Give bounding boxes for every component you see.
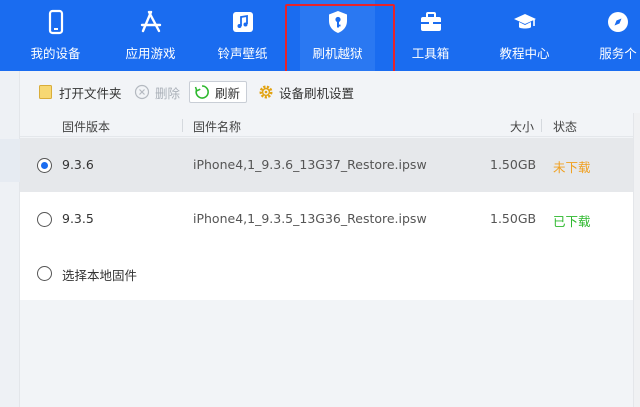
phone-icon: [48, 9, 63, 35]
nav-label: 刷机越狱: [312, 46, 363, 61]
refresh-icon: [194, 85, 209, 99]
firmware-row[interactable]: 9.3.5 iPhone4,1_9.3.5_13G36_Restore.ipsw…: [20, 192, 640, 246]
nav-label: 铃声壁纸: [217, 46, 268, 61]
nav-item-tutorials[interactable]: 教程中心: [487, 0, 562, 71]
firmware-table-header: 固件版本 固件名称 大小 状态: [20, 113, 640, 137]
refresh-button[interactable]: 刷新: [189, 81, 248, 103]
graduation-cap-icon: [513, 14, 536, 29]
left-sidebar-selection: [0, 139, 20, 182]
top-nav: 我的设备 应用游戏 铃声壁纸 刷机越狱 工具箱 教程中心 服务个: [0, 0, 640, 76]
nav-item-toolbox[interactable]: 工具箱: [393, 0, 468, 71]
firmware-radio[interactable]: [37, 158, 52, 173]
header-name: 固件名称: [193, 120, 242, 134]
nav-item-service[interactable]: 服务个: [583, 0, 640, 71]
nav-item-flash-jailbreak[interactable]: 刷机越狱: [300, 0, 375, 71]
refresh-label: 刷新: [215, 85, 241, 101]
local-firmware-label: 选择本地固件: [62, 268, 138, 283]
firmware-row[interactable]: 9.3.6 iPhone4,1_9.3.6_13G37_Restore.ipsw…: [20, 138, 640, 192]
firmware-size: 1.50GB: [490, 157, 537, 172]
firmware-version: 9.3.6: [62, 157, 94, 172]
shield-key-icon: [328, 11, 347, 33]
toolbar: 打开文件夹 删除 刷新 设备刷机设置: [20, 71, 640, 113]
firmware-status: 已下载: [553, 214, 591, 229]
firmware-radio[interactable]: [37, 212, 52, 227]
delete-button[interactable]: 删除: [134, 81, 180, 103]
local-firmware-radio[interactable]: [37, 266, 52, 281]
gear-icon: [259, 85, 273, 99]
scrollbar[interactable]: [633, 113, 640, 407]
nav-label: 应用游戏: [125, 46, 176, 61]
firmware-version: 9.3.5: [62, 211, 94, 226]
device-flash-settings-label: 设备刷机设置: [279, 85, 355, 101]
nav-label: 我的设备: [30, 46, 81, 61]
column-divider: [541, 119, 542, 132]
firmware-name: iPhone4,1_9.3.6_13G37_Restore.ipsw: [193, 157, 427, 172]
header-size: 大小: [510, 120, 535, 134]
firmware-size: 1.50GB: [490, 211, 537, 226]
nav-item-apps-games[interactable]: 应用游戏: [113, 0, 188, 71]
nav-item-ringtones-wallpapers[interactable]: 铃声壁纸: [205, 0, 280, 71]
local-firmware-row[interactable]: 选择本地固件: [20, 246, 640, 300]
app-store-icon: [140, 10, 161, 33]
open-folder-button[interactable]: 打开文件夹: [38, 81, 122, 103]
open-folder-label: 打开文件夹: [59, 85, 122, 101]
firmware-status: 未下载: [553, 160, 591, 175]
nav-label: 工具箱: [411, 46, 450, 61]
nav-label: 服务个: [599, 46, 637, 61]
music-icon: [232, 12, 253, 32]
delete-label: 删除: [155, 85, 181, 101]
device-flash-settings-button[interactable]: 设备刷机设置: [258, 81, 354, 103]
column-divider: [182, 119, 183, 132]
header-version: 固件版本: [62, 120, 111, 134]
firmware-name: iPhone4,1_9.3.5_13G36_Restore.ipsw: [193, 211, 427, 226]
empty-area: [20, 300, 640, 407]
nav-item-my-device[interactable]: 我的设备: [18, 0, 93, 71]
left-sidebar: [0, 71, 20, 407]
folder-icon: [39, 85, 52, 99]
delete-icon: [134, 84, 150, 100]
nav-label: 教程中心: [499, 46, 550, 61]
header-status: 状态: [553, 120, 578, 134]
toolbox-icon: [420, 12, 441, 31]
compass-icon: [608, 12, 628, 32]
